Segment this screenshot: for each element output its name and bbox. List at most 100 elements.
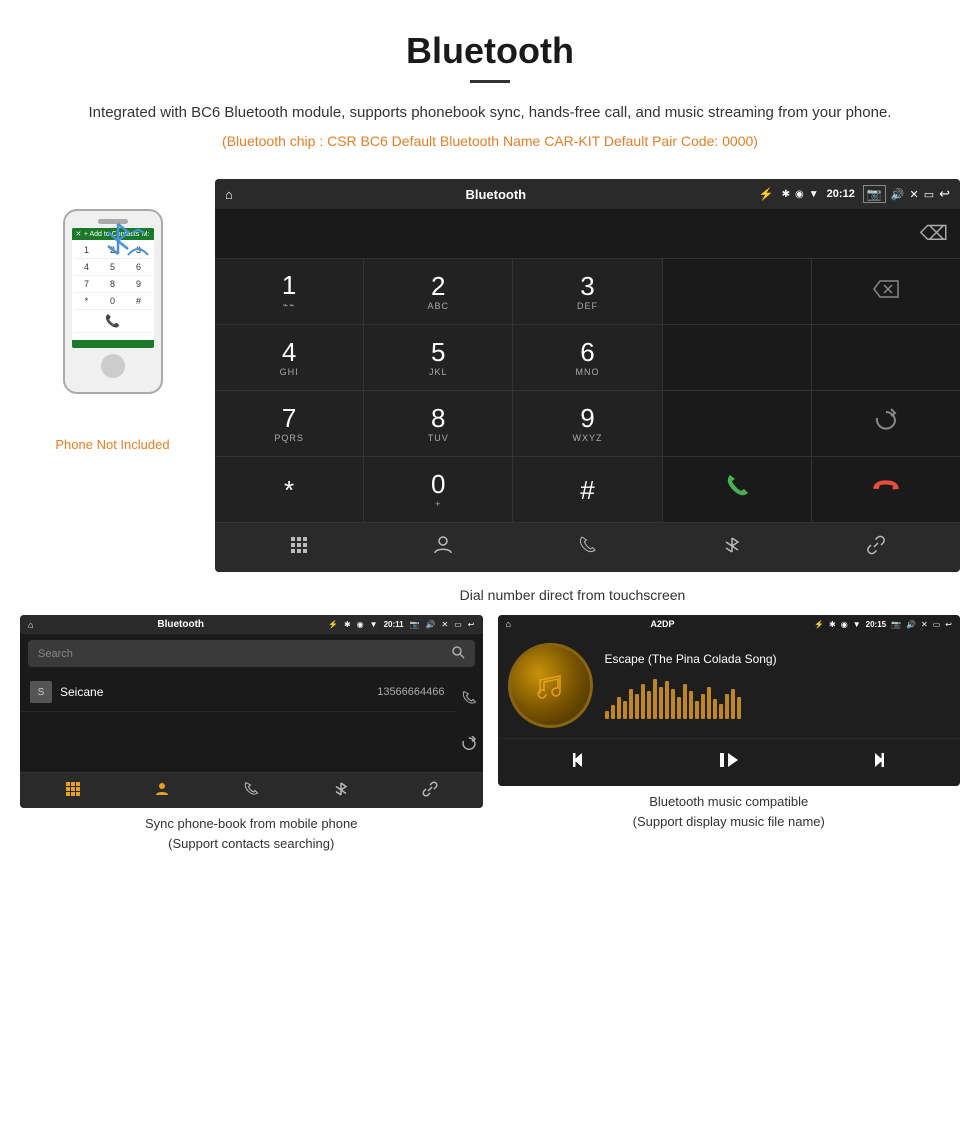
link-nav-icon[interactable] (866, 535, 886, 560)
music-usb-icon: ⚡ (814, 620, 824, 629)
key-cell-call-red[interactable] (812, 457, 960, 522)
key-0: 0 (104, 296, 122, 306)
key-sub-0: + (435, 499, 441, 509)
music-cam-icon[interactable]: 📷 (891, 620, 901, 629)
phone-call-icon: 📞 (105, 314, 120, 328)
music-content: Escape (The Pina Colada Song) (498, 633, 961, 738)
music-win-icon[interactable]: ▭ (933, 620, 941, 629)
bluetooth-signal (103, 219, 133, 266)
home-icon[interactable]: ⌂ (225, 187, 233, 202)
music-caption: Bluetooth music compatible (Support disp… (498, 792, 961, 831)
key-cell-8[interactable]: 8 TUV (364, 391, 512, 456)
pb-refresh-icon[interactable] (461, 736, 477, 755)
camera-icon[interactable]: 📷 (863, 185, 886, 203)
music-back-icon[interactable]: ↩ (945, 620, 952, 629)
next-track-icon[interactable] (865, 749, 887, 776)
play-pause-icon[interactable] (718, 749, 740, 776)
pb-back-icon[interactable]: ↩ (468, 620, 475, 629)
music-home-icon[interactable]: ⌂ (506, 619, 511, 629)
key-cell-empty-2 (663, 325, 811, 390)
key-cell-refresh[interactable] (812, 391, 960, 456)
signal-arc-medium (125, 241, 151, 259)
key-cell-0[interactable]: 0 + (364, 457, 512, 522)
back-icon[interactable]: ↩ (939, 186, 950, 202)
key-cell-6[interactable]: 6 MNO (513, 325, 661, 390)
pb-phone-icon[interactable] (243, 781, 259, 800)
link-icon (866, 535, 886, 555)
vis-bar (659, 687, 663, 719)
pb-bt-bottom-icon[interactable] (333, 781, 349, 800)
window-icon[interactable]: ▭ (924, 188, 934, 201)
pb-bt-svg (333, 781, 349, 797)
vis-bar (641, 684, 645, 719)
vis-bar (713, 699, 717, 719)
vis-bar (623, 701, 627, 719)
prev-track-icon[interactable] (570, 749, 592, 776)
keypad-nav-icon[interactable] (289, 535, 309, 560)
key-cell-7[interactable]: 7 PQRS (215, 391, 363, 456)
key-main-star: * (284, 477, 294, 503)
main-section: ✕ + Add to Contacts M: 1 2 3 4 5 (0, 179, 980, 572)
phone-nav-icon[interactable] (577, 535, 597, 560)
status-icons: ✱ ◉ ▼ (782, 189, 819, 200)
music-caption-line2: (Support display music file name) (498, 812, 961, 832)
call-red-svg (873, 473, 899, 499)
close-icon[interactable]: ✕ (909, 188, 918, 201)
music-status-bar: ⌂ A2DP ⚡ ✱ ◉ ▼ 20:15 📷 🔊 ✕ ▭ ↩ (498, 615, 961, 633)
key-cell-9[interactable]: 9 WXYZ (513, 391, 661, 456)
vis-bar (707, 687, 711, 719)
pb-call-svg (461, 690, 477, 706)
backspace-icon[interactable]: ⌫ (920, 221, 948, 246)
pb-win-icon[interactable]: ▭ (454, 620, 462, 629)
avatar-letter: S (38, 687, 45, 698)
key-cell-call-green[interactable] (663, 457, 811, 522)
music-x-icon[interactable]: ✕ (921, 620, 928, 629)
pb-vol-icon[interactable]: 🔊 (426, 620, 436, 629)
phonebook-item: ⌂ Bluetooth ⚡ ✱ ◉ ▼ 20:11 📷 🔊 ✕ ▭ ↩ Sear… (20, 615, 483, 853)
pb-sig-icon: ▼ (370, 620, 378, 629)
bt-nav-svg (722, 535, 742, 555)
refresh-svg (873, 408, 899, 434)
key-main-8: 8 (431, 405, 445, 431)
phonebook-caption-line2: (Support contacts searching) (20, 834, 483, 854)
key-main-2: 2 (431, 273, 445, 299)
person-nav-icon[interactable] (433, 535, 453, 560)
pb-cam-icon[interactable]: 📷 (410, 620, 420, 629)
key-cell-star[interactable]: * (215, 457, 363, 522)
key-cell-4[interactable]: 4 GHI (215, 325, 363, 390)
pb-main-area: S Seicane 13566664466 (20, 673, 483, 772)
dial-screen-container: ⌂ Bluetooth ⚡ ✱ ◉ ▼ 20:12 📷 🔊 ✕ ▭ ↩ (215, 179, 960, 572)
bt-nav-icon[interactable] (722, 535, 742, 560)
dial-display: ⌫ (215, 209, 960, 259)
pb-search-bar[interactable]: Search (28, 640, 475, 667)
dial-screen-title: Bluetooth (241, 187, 751, 202)
pb-home-icon[interactable]: ⌂ (28, 620, 33, 630)
key-cell-hash[interactable]: # (513, 457, 661, 522)
volume-icon[interactable]: 🔊 (891, 188, 905, 201)
signal-arc-small (128, 224, 148, 238)
key-main-6: 6 (580, 339, 594, 365)
pb-grid-icon[interactable] (65, 781, 81, 800)
phonebook-screen: ⌂ Bluetooth ⚡ ✱ ◉ ▼ 20:11 📷 🔊 ✕ ▭ ↩ Sear… (20, 615, 483, 808)
pb-call-icon[interactable] (461, 690, 477, 709)
call-label: ✕ (76, 230, 82, 238)
pb-x-icon[interactable]: ✕ (442, 620, 449, 629)
pb-link-icon[interactable] (422, 781, 438, 800)
vis-bar (653, 679, 657, 719)
key-cell-1[interactable]: 1 ⌁⌁ (215, 259, 363, 324)
pb-person-icon[interactable] (154, 781, 170, 800)
key-cell-backspace[interactable] (812, 259, 960, 324)
phone-call-row: 📞 (74, 310, 152, 333)
phonebook-caption: Sync phone-book from mobile phone (Suppo… (20, 814, 483, 853)
key-sub-3: DEF (577, 301, 598, 311)
key-cell-3[interactable]: 3 DEF (513, 259, 661, 324)
pb-contact-row[interactable]: S Seicane 13566664466 (20, 673, 455, 712)
music-vol-icon[interactable]: 🔊 (906, 620, 916, 629)
key-cell-2[interactable]: 2 ABC (364, 259, 512, 324)
title-underline (470, 80, 510, 83)
play-pause-svg (718, 749, 740, 771)
album-art (508, 643, 593, 728)
key-main-7: 7 (282, 405, 296, 431)
dial-status-time: 20:12 (827, 188, 855, 200)
key-cell-5[interactable]: 5 JKL (364, 325, 512, 390)
